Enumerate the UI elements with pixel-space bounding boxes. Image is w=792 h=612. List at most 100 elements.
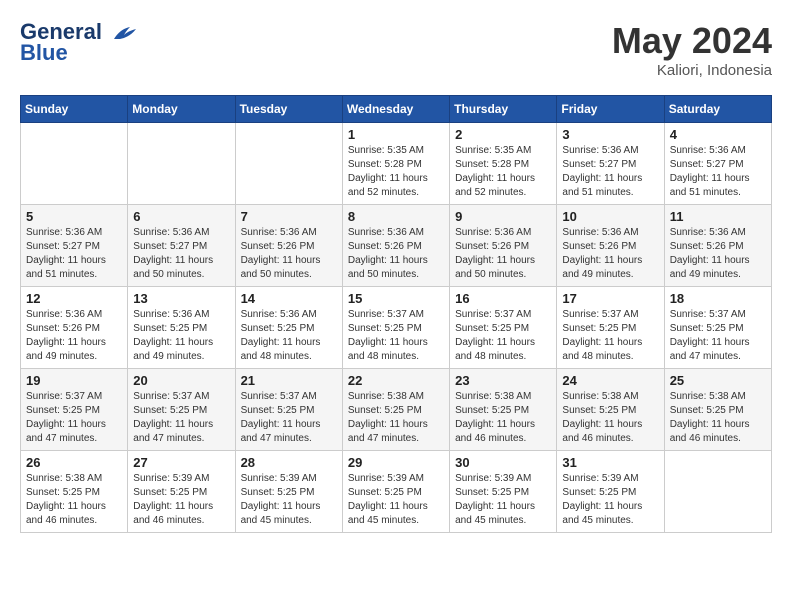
day-number: 15	[348, 291, 444, 306]
day-number: 14	[241, 291, 337, 306]
calendar-cell: 21 Sunrise: 5:37 AM Sunset: 5:25 PM Dayli…	[235, 369, 342, 451]
day-info: Sunrise: 5:37 AM Sunset: 5:25 PM Dayligh…	[26, 390, 122, 446]
calendar-week-4: 19 Sunrise: 5:37 AM Sunset: 5:25 PM Dayli…	[21, 369, 772, 451]
calendar-cell: 22Sunrise: 5:38 AM Sunset: 5:25 PM Dayli…	[342, 369, 449, 451]
calendar-cell: 1 Sunrise: 5:35 AM Sunset: 5:28 PM Daylig…	[342, 123, 449, 205]
calendar-cell: 27 Sunrise: 5:39 AM Sunset: 5:25 PM Dayli…	[128, 451, 235, 533]
page-header: General Blue May 2024 Kaliori, Indonesia	[20, 20, 772, 79]
header-monday: Monday	[128, 96, 235, 123]
day-number: 5	[26, 209, 122, 224]
calendar-cell: 23Sunrise: 5:38 AM Sunset: 5:25 PM Dayli…	[450, 369, 557, 451]
calendar-cell: 9 Sunrise: 5:36 AM Sunset: 5:26 PM Daylig…	[450, 205, 557, 287]
calendar-cell: 8Sunrise: 5:36 AM Sunset: 5:26 PM Daylig…	[342, 205, 449, 287]
calendar-cell: 2Sunrise: 5:35 AM Sunset: 5:28 PM Daylig…	[450, 123, 557, 205]
calendar-week-1: 1 Sunrise: 5:35 AM Sunset: 5:28 PM Daylig…	[21, 123, 772, 205]
calendar-cell: 26 Sunrise: 5:38 AM Sunset: 5:25 PM Dayli…	[21, 451, 128, 533]
day-info: Sunrise: 5:36 AM Sunset: 5:25 PM Dayligh…	[133, 308, 229, 364]
calendar-cell: 15 Sunrise: 5:37 AM Sunset: 5:25 PM Dayli…	[342, 287, 449, 369]
day-number: 26	[26, 455, 122, 470]
calendar-table: SundayMondayTuesdayWednesdayThursdayFrid…	[20, 95, 772, 533]
day-info: Sunrise: 5:38 AM Sunset: 5:25 PM Dayligh…	[455, 390, 551, 446]
day-info: Sunrise: 5:36 AM Sunset: 5:27 PM Dayligh…	[670, 144, 766, 200]
day-number: 25	[670, 373, 766, 388]
day-info: Sunrise: 5:36 AM Sunset: 5:25 PM Dayligh…	[241, 308, 337, 364]
calendar-cell: 12 Sunrise: 5:36 AM Sunset: 5:26 PM Dayli…	[21, 287, 128, 369]
day-number: 21	[241, 373, 337, 388]
day-info: Sunrise: 5:39 AM Sunset: 5:25 PM Dayligh…	[348, 472, 444, 528]
calendar-cell: 30 Sunrise: 5:39 AM Sunset: 5:25 PM Dayli…	[450, 451, 557, 533]
day-number: 27	[133, 455, 229, 470]
day-number: 12	[26, 291, 122, 306]
header-sunday: Sunday	[21, 96, 128, 123]
day-info: Sunrise: 5:37 AM Sunset: 5:25 PM Dayligh…	[348, 308, 444, 364]
day-info: Sunrise: 5:36 AM Sunset: 5:26 PM Dayligh…	[348, 226, 444, 282]
day-info: Sunrise: 5:37 AM Sunset: 5:25 PM Dayligh…	[241, 390, 337, 446]
header-friday: Friday	[557, 96, 664, 123]
calendar-cell: 14 Sunrise: 5:36 AM Sunset: 5:25 PM Dayli…	[235, 287, 342, 369]
day-info: Sunrise: 5:36 AM Sunset: 5:26 PM Dayligh…	[241, 226, 337, 282]
calendar-cell	[21, 123, 128, 205]
calendar-cell: 5 Sunrise: 5:36 AM Sunset: 5:27 PM Daylig…	[21, 205, 128, 287]
day-info: Sunrise: 5:36 AM Sunset: 5:27 PM Dayligh…	[133, 226, 229, 282]
calendar-cell: 6 Sunrise: 5:36 AM Sunset: 5:27 PM Daylig…	[128, 205, 235, 287]
calendar-cell: 31 Sunrise: 5:39 AM Sunset: 5:25 PM Dayli…	[557, 451, 664, 533]
day-info: Sunrise: 5:39 AM Sunset: 5:25 PM Dayligh…	[133, 472, 229, 528]
day-number: 31	[562, 455, 658, 470]
header-thursday: Thursday	[450, 96, 557, 123]
calendar-cell	[128, 123, 235, 205]
day-info: Sunrise: 5:36 AM Sunset: 5:26 PM Dayligh…	[562, 226, 658, 282]
header-tuesday: Tuesday	[235, 96, 342, 123]
day-info: Sunrise: 5:36 AM Sunset: 5:27 PM Dayligh…	[26, 226, 122, 282]
location-subtitle: Kaliori, Indonesia	[612, 62, 772, 79]
day-info: Sunrise: 5:37 AM Sunset: 5:25 PM Dayligh…	[455, 308, 551, 364]
calendar-cell: 4 Sunrise: 5:36 AM Sunset: 5:27 PM Daylig…	[664, 123, 771, 205]
day-info: Sunrise: 5:38 AM Sunset: 5:25 PM Dayligh…	[26, 472, 122, 528]
day-number: 19	[26, 373, 122, 388]
logo: General Blue	[20, 20, 138, 65]
calendar-cell: 7 Sunrise: 5:36 AM Sunset: 5:26 PM Daylig…	[235, 205, 342, 287]
day-info: Sunrise: 5:38 AM Sunset: 5:25 PM Dayligh…	[562, 390, 658, 446]
calendar-cell: 18 Sunrise: 5:37 AM Sunset: 5:25 PM Dayli…	[664, 287, 771, 369]
day-info: Sunrise: 5:36 AM Sunset: 5:26 PM Dayligh…	[455, 226, 551, 282]
day-number: 24	[562, 373, 658, 388]
calendar-cell	[664, 451, 771, 533]
day-number: 13	[133, 291, 229, 306]
calendar-cell: 28Sunrise: 5:39 AM Sunset: 5:25 PM Dayli…	[235, 451, 342, 533]
day-number: 20	[133, 373, 229, 388]
day-number: 30	[455, 455, 551, 470]
calendar-cell: 10 Sunrise: 5:36 AM Sunset: 5:26 PM Dayli…	[557, 205, 664, 287]
calendar-cell: 3 Sunrise: 5:36 AM Sunset: 5:27 PM Daylig…	[557, 123, 664, 205]
calendar-cell: 25Sunrise: 5:38 AM Sunset: 5:25 PM Dayli…	[664, 369, 771, 451]
month-year-title: May 2024	[612, 20, 772, 62]
day-number: 4	[670, 127, 766, 142]
day-number: 7	[241, 209, 337, 224]
day-info: Sunrise: 5:39 AM Sunset: 5:25 PM Dayligh…	[562, 472, 658, 528]
day-info: Sunrise: 5:36 AM Sunset: 5:26 PM Dayligh…	[670, 226, 766, 282]
calendar-cell: 19 Sunrise: 5:37 AM Sunset: 5:25 PM Dayli…	[21, 369, 128, 451]
day-number: 11	[670, 209, 766, 224]
day-info: Sunrise: 5:39 AM Sunset: 5:25 PM Dayligh…	[241, 472, 337, 528]
day-number: 16	[455, 291, 551, 306]
day-number: 2	[455, 127, 551, 142]
day-info: Sunrise: 5:35 AM Sunset: 5:28 PM Dayligh…	[348, 144, 444, 200]
day-info: Sunrise: 5:39 AM Sunset: 5:25 PM Dayligh…	[455, 472, 551, 528]
day-number: 18	[670, 291, 766, 306]
day-info: Sunrise: 5:37 AM Sunset: 5:25 PM Dayligh…	[670, 308, 766, 364]
calendar-cell	[235, 123, 342, 205]
calendar-week-2: 5 Sunrise: 5:36 AM Sunset: 5:27 PM Daylig…	[21, 205, 772, 287]
day-number: 3	[562, 127, 658, 142]
title-block: May 2024 Kaliori, Indonesia	[612, 20, 772, 79]
day-number: 9	[455, 209, 551, 224]
day-number: 10	[562, 209, 658, 224]
day-number: 1	[348, 127, 444, 142]
day-number: 22	[348, 373, 444, 388]
header-saturday: Saturday	[664, 96, 771, 123]
day-info: Sunrise: 5:37 AM Sunset: 5:25 PM Dayligh…	[133, 390, 229, 446]
calendar-cell: 17Sunrise: 5:37 AM Sunset: 5:25 PM Dayli…	[557, 287, 664, 369]
calendar-cell: 24 Sunrise: 5:38 AM Sunset: 5:25 PM Dayli…	[557, 369, 664, 451]
logo-bird-icon	[110, 21, 138, 45]
day-info: Sunrise: 5:36 AM Sunset: 5:26 PM Dayligh…	[26, 308, 122, 364]
day-number: 6	[133, 209, 229, 224]
calendar-cell: 16 Sunrise: 5:37 AM Sunset: 5:25 PM Dayli…	[450, 287, 557, 369]
day-info: Sunrise: 5:36 AM Sunset: 5:27 PM Dayligh…	[562, 144, 658, 200]
